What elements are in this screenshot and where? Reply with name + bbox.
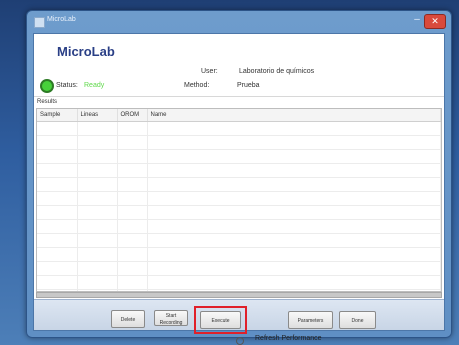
status-label: Status: xyxy=(56,82,78,89)
button-panel: Delete Start Recording Execute Parameter… xyxy=(34,299,444,334)
table-cell xyxy=(117,191,148,206)
table-cell xyxy=(77,163,118,178)
status-value: Ready xyxy=(84,82,105,89)
table-row[interactable] xyxy=(37,121,441,136)
table-cell xyxy=(77,121,118,136)
start-recording-line1: Start xyxy=(165,313,177,319)
table-cell xyxy=(77,177,118,192)
table-row[interactable] xyxy=(37,261,441,276)
table-cell xyxy=(117,247,148,262)
table-row[interactable] xyxy=(37,149,441,164)
minimize-button[interactable]: – xyxy=(409,15,425,27)
table-cell xyxy=(37,135,78,150)
table-cell xyxy=(37,247,78,262)
method-value: Prueba xyxy=(237,82,260,89)
close-button[interactable]: ✕ xyxy=(424,14,446,29)
table-cell xyxy=(147,219,441,234)
execute-highlight-box xyxy=(194,306,247,334)
refresh-icon xyxy=(236,337,244,345)
table-cell xyxy=(117,177,148,192)
table-row[interactable] xyxy=(37,191,441,206)
table-cell xyxy=(77,219,118,234)
table-cell xyxy=(117,233,148,248)
table-cell xyxy=(147,275,441,290)
table-cell xyxy=(37,275,78,290)
table-cell xyxy=(37,261,78,276)
table-cell xyxy=(37,205,78,220)
table-cell xyxy=(147,163,441,178)
table-row[interactable] xyxy=(37,247,441,262)
app-title: MicroLab xyxy=(57,44,115,59)
method-label: Method: xyxy=(184,82,210,89)
app-window: MicroLab – ✕ MicroLab User: Laboratorio … xyxy=(26,10,452,338)
table-cell xyxy=(37,121,78,136)
table-cell xyxy=(77,275,118,290)
table-cell xyxy=(147,149,441,164)
table-row[interactable] xyxy=(37,219,441,234)
results-label: Results xyxy=(37,99,58,105)
table-cell xyxy=(37,219,78,234)
table-cell xyxy=(37,149,78,164)
table-cell xyxy=(77,205,118,220)
table-cell xyxy=(77,261,118,276)
table-cell xyxy=(37,191,78,206)
table-cell xyxy=(77,233,118,248)
status-led-icon xyxy=(40,79,54,93)
table-row[interactable] xyxy=(37,163,441,178)
table-header-row: Sample Lineas OROM Name xyxy=(37,109,441,122)
table-cell xyxy=(77,191,118,206)
table-cell xyxy=(37,163,78,178)
table-row[interactable] xyxy=(37,135,441,150)
app-icon xyxy=(34,17,45,28)
table-cell xyxy=(147,247,441,262)
table-cell xyxy=(117,205,148,220)
results-table[interactable]: Sample Lineas OROM Name xyxy=(36,108,442,292)
header-divider xyxy=(34,96,444,97)
table-cell xyxy=(147,205,441,220)
window-titlebar[interactable]: MicroLab – ✕ xyxy=(27,11,451,33)
user-label: User: xyxy=(201,68,218,75)
table-cell xyxy=(117,275,148,290)
table-cell xyxy=(147,177,441,192)
table-cell xyxy=(117,261,148,276)
app-client-area: MicroLab User: Laboratorio de químicos M… xyxy=(33,33,445,334)
parameters-button[interactable]: Parameters xyxy=(288,311,333,329)
column-header-name[interactable]: Name xyxy=(147,109,441,122)
table-cell xyxy=(77,149,118,164)
table-row[interactable] xyxy=(37,205,441,220)
footer-text: Refresh Performance xyxy=(255,335,322,342)
table-cell xyxy=(147,121,441,136)
table-row[interactable] xyxy=(37,177,441,192)
delete-button[interactable]: Delete xyxy=(111,310,145,328)
table-cell xyxy=(147,261,441,276)
table-cell xyxy=(77,247,118,262)
table-cell xyxy=(117,219,148,234)
column-header-lineas[interactable]: Lineas xyxy=(77,109,118,122)
table-row[interactable] xyxy=(37,233,441,248)
column-header-orom[interactable]: OROM xyxy=(117,109,148,122)
table-cell xyxy=(147,135,441,150)
table-cell xyxy=(37,233,78,248)
user-value: Laboratorio de químicos xyxy=(239,68,315,75)
table-cell xyxy=(147,191,441,206)
table-cell xyxy=(77,135,118,150)
column-header-sample[interactable]: Sample xyxy=(37,109,78,122)
horizontal-scrollbar[interactable] xyxy=(36,292,442,298)
table-cell xyxy=(117,163,148,178)
window-title: MicroLab xyxy=(47,16,76,23)
table-row[interactable] xyxy=(37,275,441,290)
done-button[interactable]: Done xyxy=(339,311,376,329)
table-cell xyxy=(117,149,148,164)
start-recording-line2: Recording xyxy=(159,320,183,326)
start-recording-button[interactable]: Start Recording xyxy=(154,310,188,326)
table-cell xyxy=(37,177,78,192)
table-cell xyxy=(117,135,148,150)
table-cell xyxy=(147,233,441,248)
table-cell xyxy=(117,121,148,136)
